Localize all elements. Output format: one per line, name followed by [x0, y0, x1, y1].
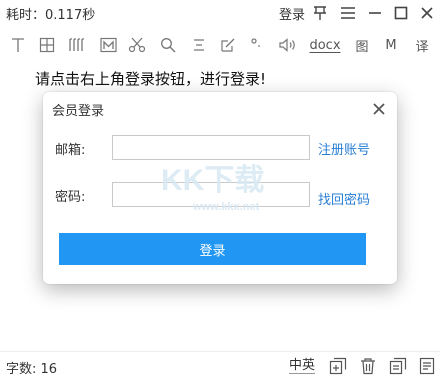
table-icon[interactable] [37, 35, 57, 55]
columns-icon[interactable] [66, 35, 88, 55]
document-icon[interactable] [418, 357, 436, 375]
text-cursor-icon[interactable] [8, 35, 28, 55]
menu-icon[interactable] [338, 3, 358, 23]
pin-icon[interactable] [310, 3, 330, 23]
speaker-icon[interactable] [277, 35, 299, 55]
search-icon[interactable] [158, 35, 178, 55]
add-copy-icon[interactable] [329, 357, 347, 375]
toolbar: docx 图 M 译 [0, 32, 440, 58]
title-bar: 耗时：0.117秒 登录 [0, 0, 440, 26]
m-button[interactable]: M [384, 35, 398, 55]
password-field[interactable] [112, 182, 310, 207]
register-link[interactable]: 注册账号 [318, 139, 370, 158]
translate-button[interactable]: 译 [414, 35, 430, 55]
degree-icon[interactable] [248, 35, 264, 55]
login-prompt-text: 请点击右上角登录按钮，进行登录! [35, 70, 267, 88]
password-label: 密码: [55, 190, 86, 205]
trash-icon[interactable] [359, 357, 377, 375]
image-button[interactable]: 图 [354, 35, 370, 55]
email-label: 邮箱: [55, 143, 86, 158]
app-window: 耗时：0.117秒 登录 docx 图 M 译 请点击右上角登录按钮，进行登录!… [0, 0, 440, 379]
edit-icon[interactable] [218, 35, 238, 55]
markdown-icon[interactable] [98, 35, 118, 55]
email-field[interactable] [112, 135, 310, 160]
login-dialog: 会员登录 邮箱: 注册账号 密码: 找回密码 登录 KK下载 www.kkx.n… [43, 92, 397, 284]
align-icon[interactable] [189, 35, 209, 55]
maximize-icon[interactable] [391, 3, 411, 23]
dialog-close-icon[interactable] [371, 101, 387, 117]
scissors-icon[interactable] [127, 35, 147, 55]
language-toggle[interactable]: 中英 [289, 358, 316, 374]
login-button[interactable]: 登录 [59, 233, 366, 265]
login-link[interactable]: 登录 [279, 4, 305, 23]
copy-icon[interactable] [389, 357, 407, 375]
close-icon[interactable] [417, 3, 437, 23]
status-bar: 字数: 16 中英 [0, 351, 440, 379]
dialog-title: 会员登录 [52, 104, 105, 119]
minimize-icon[interactable] [365, 3, 385, 23]
word-count: 字数: 16 [6, 362, 58, 377]
docx-export-button[interactable]: docx [309, 35, 341, 55]
recover-password-link[interactable]: 找回密码 [318, 189, 370, 208]
elapsed-time: 耗时：0.117秒 [6, 8, 96, 23]
